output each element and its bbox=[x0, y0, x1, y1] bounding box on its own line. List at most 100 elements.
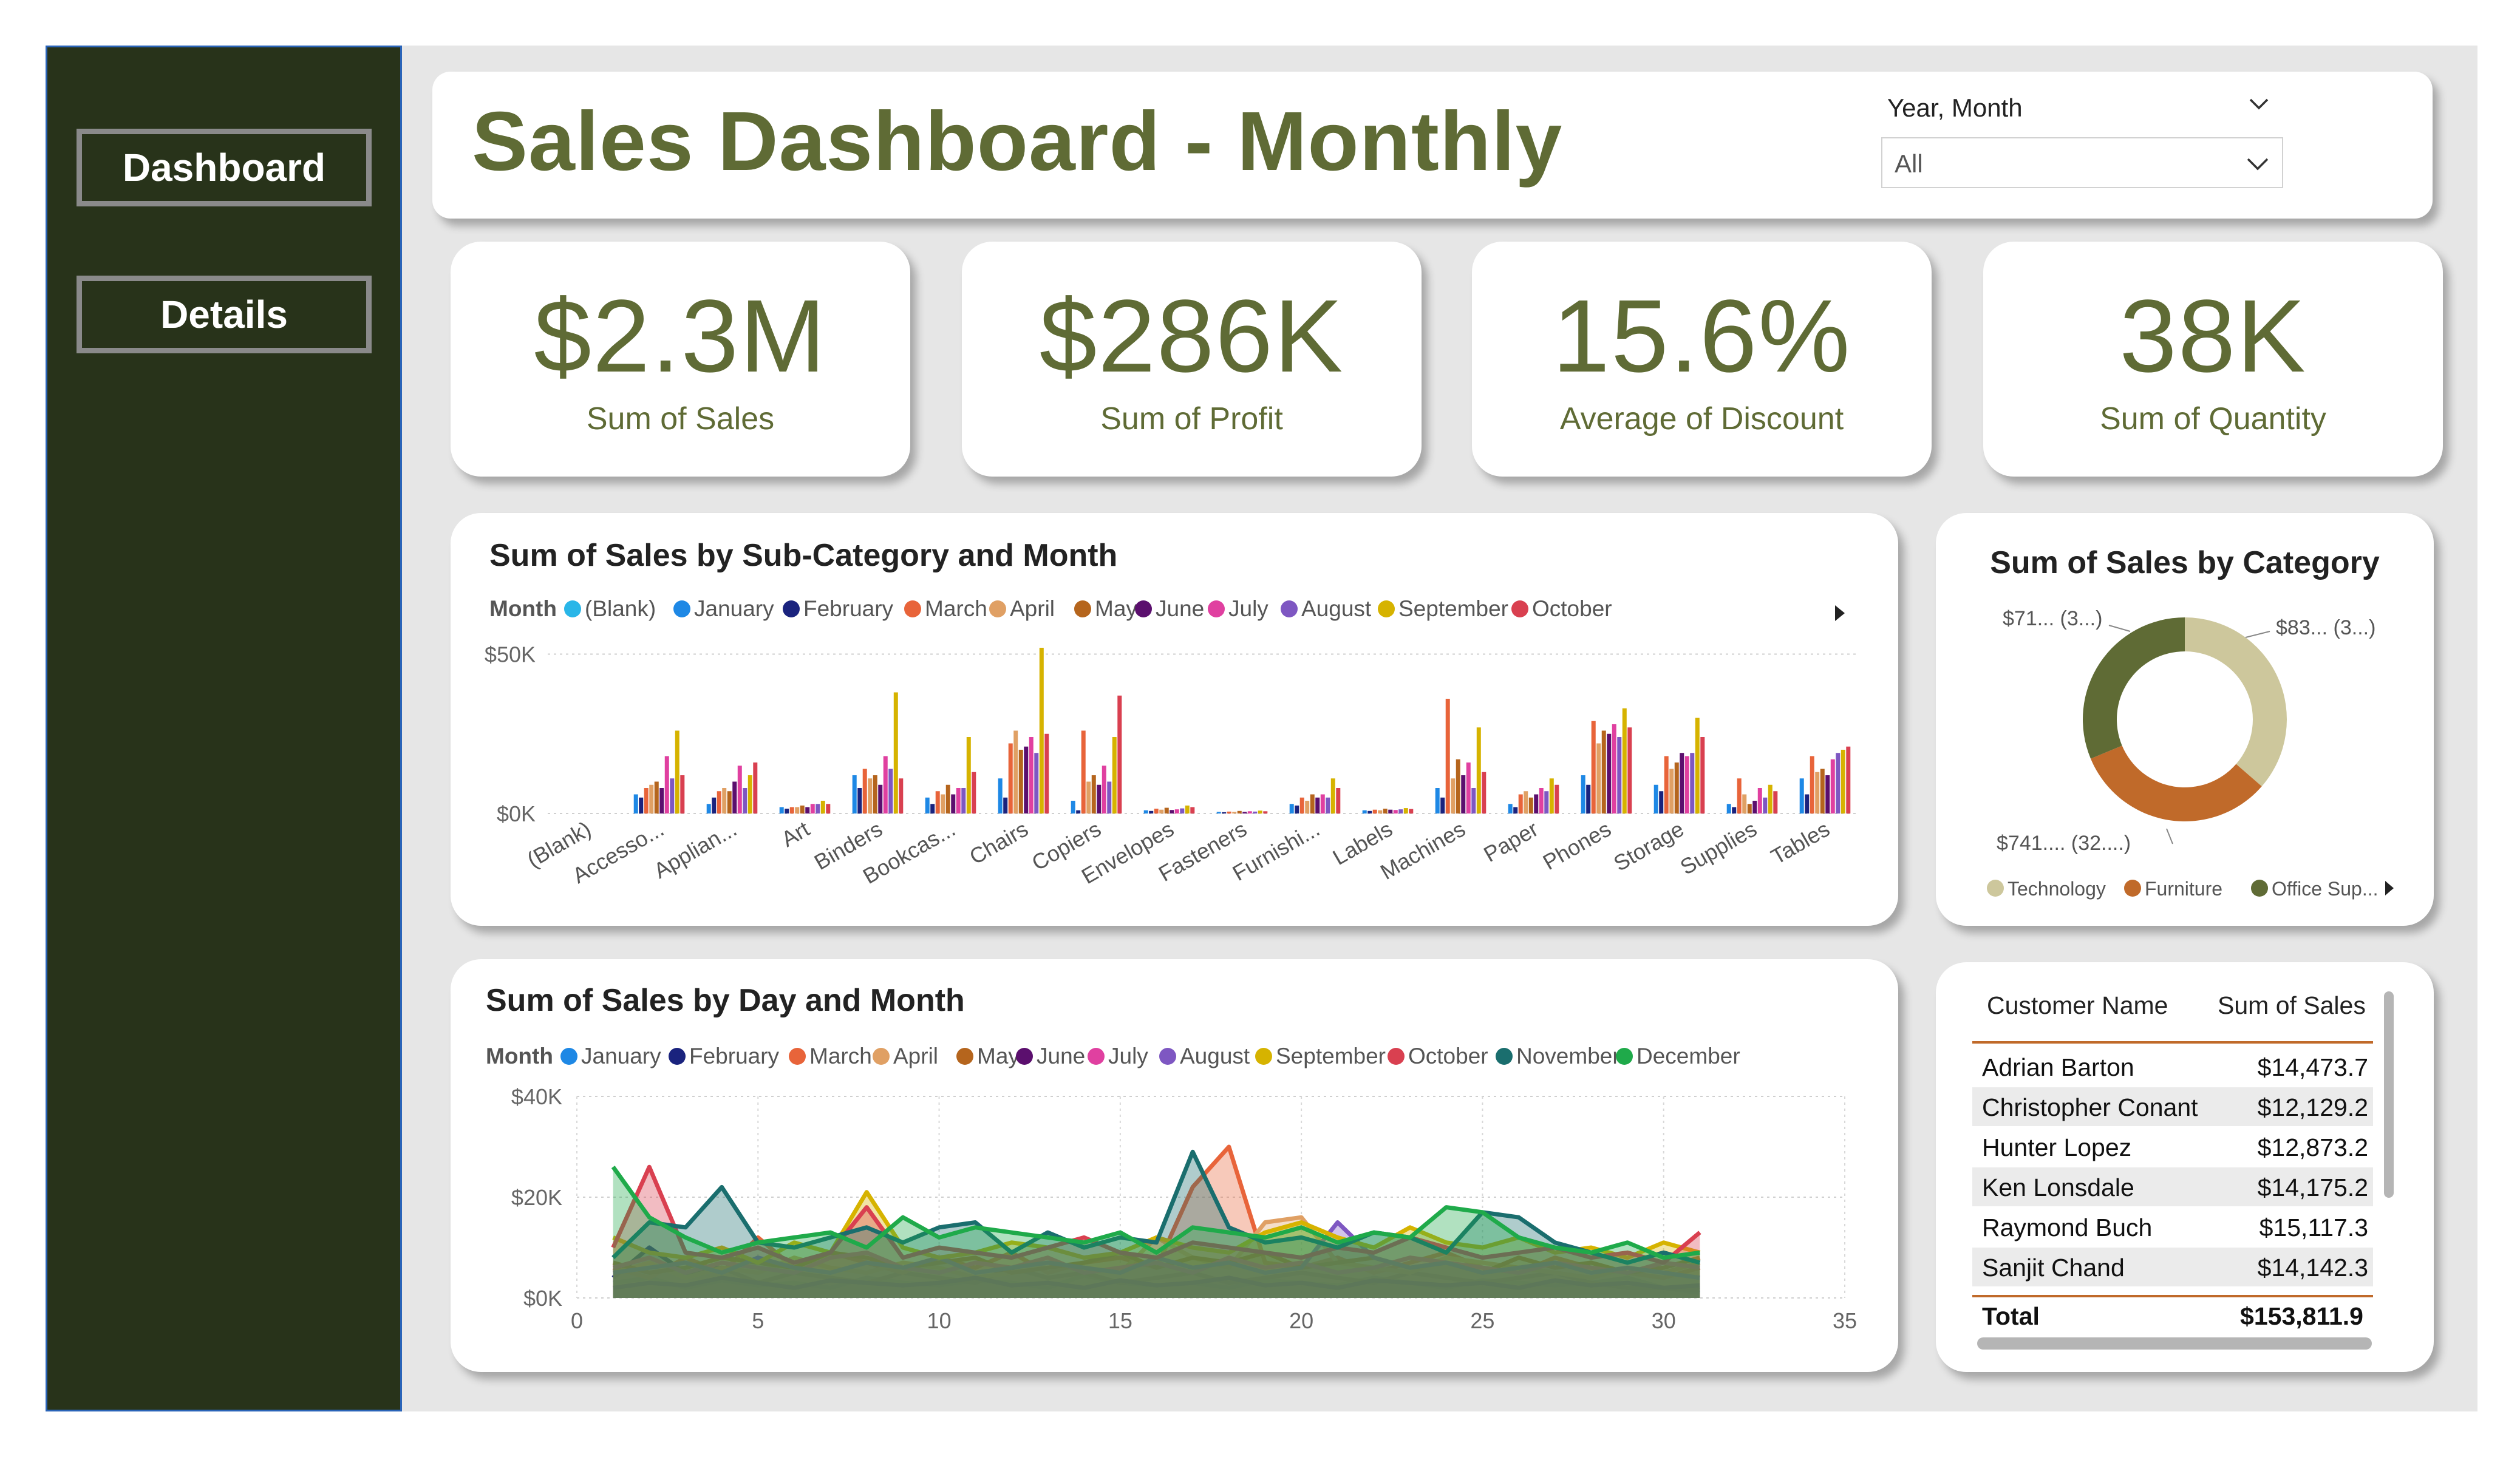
legend-marker bbox=[1074, 600, 1091, 617]
bar bbox=[1299, 797, 1304, 813]
bar bbox=[1378, 810, 1383, 813]
customer-name: Sanjit Chand bbox=[1982, 1254, 2125, 1282]
legend-item[interactable]: April bbox=[989, 596, 1055, 621]
table-row[interactable]: Adrian Barton $14,473.7 bbox=[1972, 1047, 2373, 1086]
bar bbox=[1622, 708, 1627, 813]
table-row[interactable]: Raymond Buch $15,117.3 bbox=[1972, 1207, 2373, 1246]
kpi-label: Sum of Quantity bbox=[2100, 401, 2326, 436]
legend-marker bbox=[1088, 1048, 1105, 1065]
donut-slice[interactable] bbox=[2083, 617, 2185, 759]
legend-marker bbox=[783, 600, 800, 617]
legend-label: December bbox=[1636, 1044, 1740, 1068]
bar bbox=[1149, 810, 1154, 813]
column-header-customer[interactable]: Customer Name bbox=[1987, 991, 2168, 1020]
legend-label: April bbox=[1010, 596, 1055, 621]
area-chart[interactable]: Month January February March April May June Jul… bbox=[451, 959, 1898, 1372]
bar bbox=[1170, 810, 1174, 813]
legend-label: November bbox=[1516, 1044, 1620, 1068]
legend-item[interactable]: (Blank) bbox=[564, 596, 656, 621]
bar-chart[interactable]: Month (Blank) January February March April May… bbox=[451, 513, 1898, 926]
bar bbox=[1097, 784, 1102, 813]
bar bbox=[1476, 727, 1481, 813]
x-tick-label: 30 bbox=[1652, 1308, 1676, 1333]
x-tick-label: Paper bbox=[1479, 816, 1542, 867]
bar bbox=[1003, 797, 1008, 813]
legend-item[interactable]: December bbox=[1616, 1044, 1740, 1068]
bar bbox=[1310, 794, 1315, 813]
bar bbox=[888, 769, 893, 813]
legend-label: January bbox=[694, 596, 774, 621]
bar bbox=[675, 730, 679, 813]
x-tick-label: Supplies bbox=[1676, 816, 1761, 880]
horizontal-scrollbar[interactable] bbox=[1977, 1337, 2372, 1350]
donut-slice[interactable] bbox=[2185, 617, 2287, 787]
bar bbox=[1102, 766, 1106, 813]
legend-item[interactable]: March bbox=[789, 1044, 872, 1068]
legend-label: October bbox=[1532, 596, 1612, 621]
bar bbox=[1596, 743, 1601, 813]
table-row[interactable]: Hunter Lopez $12,873.2 bbox=[1972, 1127, 2373, 1166]
x-tick-label: Chairs bbox=[965, 816, 1032, 869]
total-divider bbox=[1972, 1295, 2373, 1297]
bar bbox=[1742, 794, 1747, 813]
legend-item[interactable]: August bbox=[1159, 1044, 1250, 1068]
vertical-scrollbar[interactable] bbox=[2384, 991, 2394, 1198]
legend-item[interactable]: July bbox=[1208, 596, 1269, 621]
legend-item[interactable]: November bbox=[1496, 1044, 1620, 1068]
legend-item[interactable]: July bbox=[1088, 1044, 1148, 1068]
legend-item[interactable]: May bbox=[1074, 596, 1137, 621]
table-row[interactable]: Ken Lonsdale $14,175.2 bbox=[1972, 1167, 2373, 1206]
x-tick-label: 35 bbox=[1833, 1308, 1857, 1333]
legend-marker bbox=[673, 600, 690, 617]
legend-marker bbox=[1159, 1048, 1176, 1065]
bar bbox=[1659, 791, 1664, 813]
table-row[interactable]: Sanjit Chand $14,142.3 bbox=[1972, 1248, 2373, 1286]
chevron-down-icon[interactable] bbox=[2247, 92, 2271, 117]
legend-label: May bbox=[977, 1044, 1020, 1068]
legend-item[interactable]: January bbox=[673, 596, 774, 621]
legend-item[interactable]: October bbox=[1388, 1044, 1488, 1068]
bar bbox=[737, 766, 742, 813]
bar bbox=[862, 769, 867, 813]
legend-item[interactable]: January bbox=[560, 1044, 661, 1068]
legend-label: June bbox=[1156, 596, 1204, 621]
legend-marker bbox=[669, 1048, 686, 1065]
legend-item[interactable]: October bbox=[1511, 596, 1612, 621]
donut-chart[interactable]: $83... (3...) $741.... (32....) $71... (3.… bbox=[1936, 513, 2434, 926]
bar bbox=[1544, 791, 1549, 813]
customer-sales: $14,142.3 bbox=[2257, 1254, 2368, 1282]
legend-item[interactable]: August bbox=[1281, 596, 1372, 621]
bar bbox=[1398, 809, 1403, 813]
column-header-sales[interactable]: Sum of Sales bbox=[2218, 991, 2366, 1020]
legend-item[interactable]: May bbox=[956, 1044, 1020, 1068]
y-tick-label: $0K bbox=[497, 801, 536, 826]
year-month-slicer[interactable]: All bbox=[1881, 137, 2283, 188]
bar bbox=[868, 778, 873, 813]
legend-item[interactable]: March bbox=[904, 596, 987, 621]
legend-item[interactable]: June bbox=[1135, 596, 1204, 621]
legend-item[interactable]: February bbox=[669, 1044, 780, 1068]
legend-item[interactable]: June bbox=[1016, 1044, 1085, 1068]
legend-item[interactable]: February bbox=[783, 596, 894, 621]
legend-item[interactable]: September bbox=[1378, 596, 1508, 621]
dashboard-nav-button[interactable]: Dashboard bbox=[77, 129, 372, 206]
bar bbox=[1159, 809, 1164, 813]
bar bbox=[1326, 797, 1330, 813]
legend-item[interactable]: September bbox=[1255, 1044, 1386, 1068]
bar bbox=[712, 797, 717, 813]
bar bbox=[945, 784, 950, 813]
table-row[interactable]: Christopher Conant $12,129.2 bbox=[1972, 1087, 2373, 1126]
bar bbox=[670, 778, 675, 813]
bar bbox=[998, 778, 1003, 813]
bar bbox=[1076, 810, 1081, 813]
bar bbox=[1362, 810, 1367, 813]
y-tick-label: $0K bbox=[523, 1286, 562, 1311]
bar bbox=[1732, 807, 1737, 813]
bar bbox=[747, 775, 752, 813]
bar bbox=[1825, 775, 1830, 813]
bar bbox=[1680, 753, 1684, 813]
customer-sales: $12,129.2 bbox=[2257, 1093, 2368, 1121]
details-nav-button[interactable]: Details bbox=[77, 276, 372, 353]
legend-item[interactable]: April bbox=[873, 1044, 938, 1068]
donut-slice[interactable] bbox=[2090, 745, 2262, 821]
